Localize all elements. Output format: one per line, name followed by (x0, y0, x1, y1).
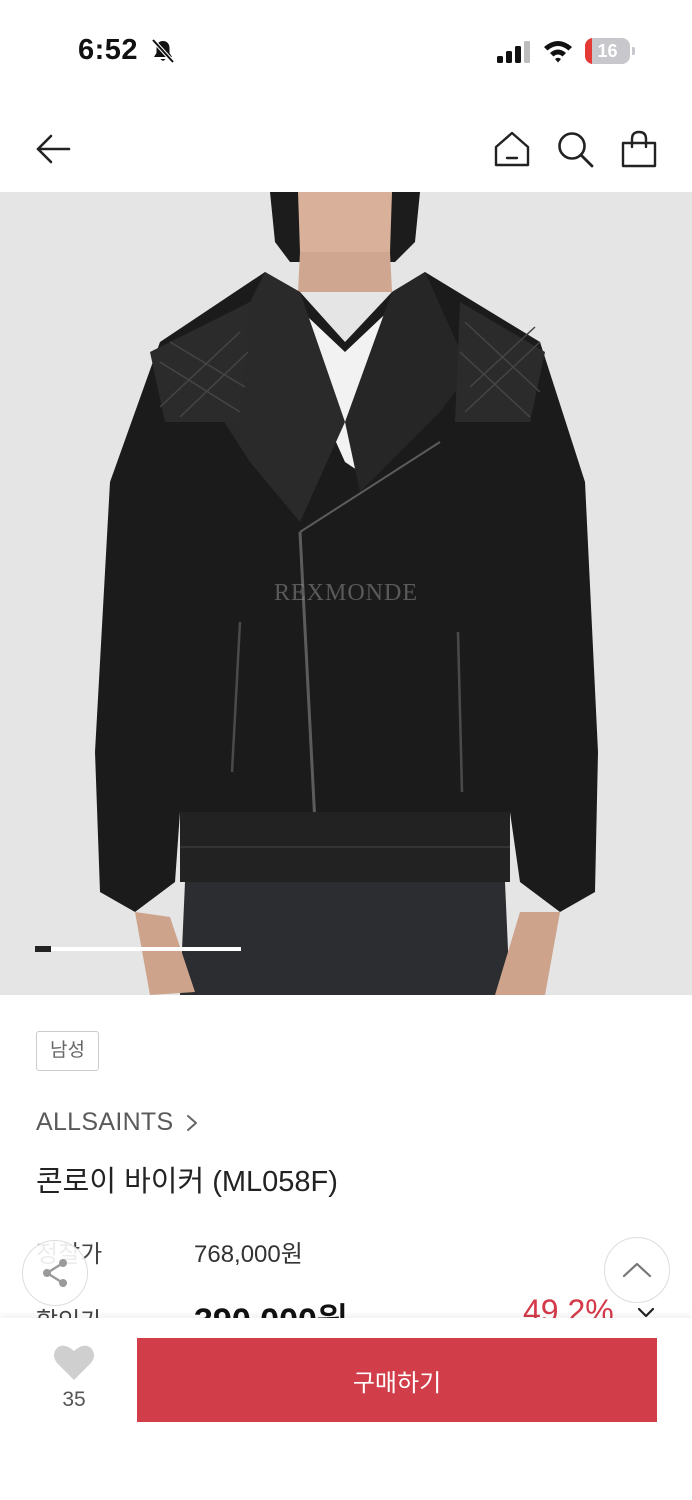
share-icon (43, 1259, 67, 1287)
wifi-icon (544, 41, 572, 63)
home-icon (494, 131, 530, 167)
regular-price-row: 정찰가 768,000원 (36, 1234, 656, 1268)
status-time: 6:52 (78, 34, 139, 66)
like-count: 35 (62, 1388, 86, 1411)
gallery-indicator-active (35, 946, 51, 952)
status-bar: 6:52 16 (0, 0, 692, 100)
back-button[interactable] (30, 126, 76, 172)
watermark: REXMONDE (274, 580, 418, 606)
scroll-top-button[interactable] (604, 1237, 670, 1303)
chevron-up-icon (622, 1262, 652, 1278)
gallery-indicator-track (35, 947, 241, 951)
brand-name: ALLSAINTS (36, 1108, 174, 1136)
home-button[interactable] (489, 126, 535, 172)
like-button[interactable]: 35 (44, 1342, 104, 1432)
regular-price-value: 768,000원 (194, 1241, 303, 1268)
search-button[interactable] (552, 126, 598, 172)
back-arrow-icon (36, 134, 71, 164)
cellular-signal-icon (497, 41, 530, 63)
battery-level: 16 (597, 41, 618, 61)
product-image-gallery[interactable]: REXMONDE (0, 192, 692, 995)
heart-icon (54, 1345, 94, 1380)
shopping-bag-icon (621, 130, 657, 168)
category-tag[interactable]: 남성 (36, 1031, 99, 1071)
search-icon (558, 132, 594, 168)
bottom-action-bar: 35 구매하기 (0, 1318, 692, 1500)
brand-link[interactable]: ALLSAINTS (36, 1108, 201, 1137)
battery-icon: 16 (585, 38, 635, 64)
buy-button[interactable]: 구매하기 (137, 1338, 657, 1422)
top-navigation (0, 110, 692, 190)
share-button[interactable] (22, 1240, 88, 1306)
bell-slash-icon (151, 38, 175, 64)
cart-button[interactable] (616, 126, 662, 172)
chevron-right-icon (187, 1114, 198, 1131)
product-title: 콘로이 바이커 (ML058F) (36, 1166, 338, 1198)
